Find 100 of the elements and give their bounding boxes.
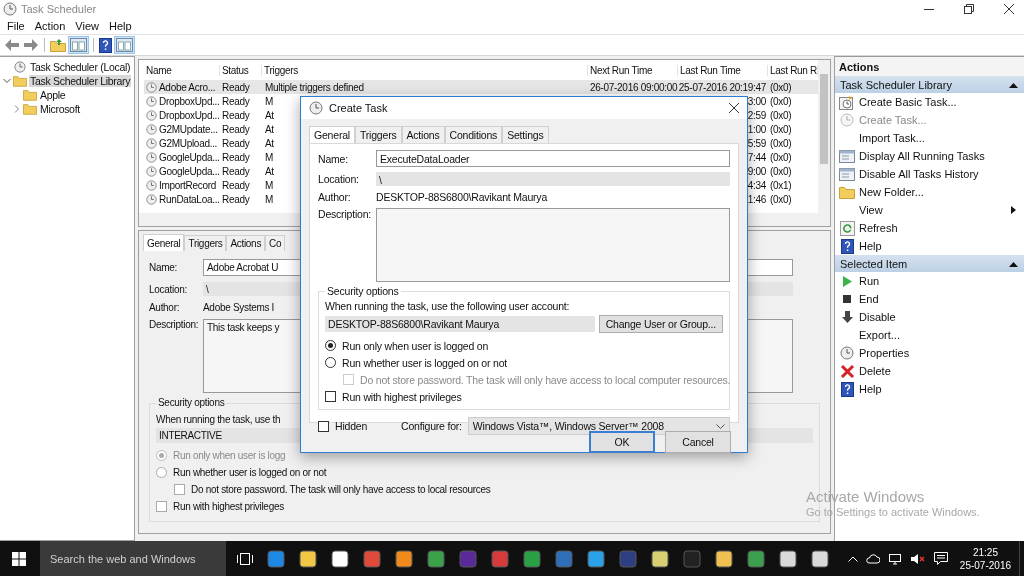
app-icon[interactable] bbox=[522, 549, 541, 568]
field-label: Name: bbox=[318, 152, 349, 165]
tab[interactable]: Actions bbox=[401, 126, 445, 143]
tab[interactable]: Conditions bbox=[444, 126, 503, 143]
app-icon[interactable] bbox=[810, 549, 829, 568]
help-icon bbox=[840, 238, 854, 254]
app-icon[interactable] bbox=[298, 549, 317, 568]
task-command[interactable]: Refresh bbox=[835, 219, 1024, 237]
app-icon[interactable] bbox=[394, 549, 413, 568]
tab[interactable]: Co bbox=[265, 235, 286, 251]
table-cell[interactable]: G2MUpload... bbox=[159, 137, 218, 149]
clock-icon bbox=[146, 109, 157, 121]
column-header[interactable]: Status bbox=[220, 64, 262, 76]
task-command[interactable]: New Folder... bbox=[835, 183, 1024, 201]
close-icon[interactable] bbox=[1004, 4, 1014, 14]
table-cell[interactable]: DropboxUpd... bbox=[159, 95, 220, 107]
table-cell[interactable]: ImportRecord bbox=[159, 179, 216, 191]
task-view-icon[interactable] bbox=[236, 552, 253, 565]
option-label: Do not store password. The task will only have access to local resources bbox=[191, 484, 491, 495]
task-command[interactable]: Properties bbox=[835, 344, 1024, 362]
text-field[interactable]: ExecuteDataLoader bbox=[376, 150, 730, 167]
menu-item[interactable]: Help bbox=[103, 19, 137, 33]
menu-item[interactable]: File bbox=[2, 19, 30, 33]
app-icon[interactable] bbox=[586, 549, 605, 568]
notification-icon[interactable] bbox=[933, 552, 948, 565]
app-icon[interactable] bbox=[778, 549, 797, 568]
app-icon[interactable] bbox=[426, 549, 445, 568]
account-prompt: When running the task, use the following user account: bbox=[325, 300, 570, 312]
table-cell[interactable]: G2MUpdate... bbox=[159, 123, 218, 135]
panel-icon[interactable] bbox=[69, 37, 88, 53]
task-command[interactable]: Disable All Tasks History bbox=[835, 165, 1024, 183]
checkbox[interactable] bbox=[325, 391, 336, 402]
task-command[interactable]: Run bbox=[835, 272, 1024, 290]
folder-up-icon[interactable] bbox=[50, 38, 66, 52]
task-command[interactable]: Delete bbox=[835, 362, 1024, 380]
column-header[interactable]: Last Run Time bbox=[678, 64, 768, 76]
checkbox[interactable] bbox=[156, 501, 167, 512]
tree-item[interactable]: Task Scheduler Library bbox=[29, 74, 132, 87]
tab[interactable]: Actions bbox=[226, 235, 266, 251]
dialog-button[interactable]: Cancel bbox=[665, 431, 731, 453]
app-icon[interactable] bbox=[714, 549, 733, 568]
table-cell[interactable]: Adobe Acro... bbox=[159, 81, 216, 93]
task-command[interactable]: Display All Running Tasks bbox=[835, 147, 1024, 165]
radio-button[interactable] bbox=[156, 467, 167, 478]
table-cell: Ready bbox=[222, 81, 250, 93]
chevron-up-icon[interactable] bbox=[847, 555, 858, 562]
table-cell: (0x0) bbox=[770, 193, 792, 205]
task-command[interactable]: Create Basic Task... bbox=[835, 93, 1024, 111]
table-cell[interactable]: RunDataLoa... bbox=[159, 193, 220, 205]
checkbox[interactable] bbox=[318, 420, 329, 432]
tree-item[interactable]: Microsoft bbox=[39, 102, 81, 115]
task-command[interactable]: End bbox=[835, 290, 1024, 308]
description-field[interactable] bbox=[376, 208, 730, 282]
column-header[interactable]: Triggers bbox=[262, 64, 588, 76]
tab[interactable]: General bbox=[143, 234, 185, 251]
task-command[interactable]: Help bbox=[835, 380, 1024, 398]
panel-icon[interactable] bbox=[115, 37, 134, 53]
section-header[interactable]: Selected Item bbox=[835, 255, 1024, 272]
tree-item[interactable]: Task Scheduler (Local) bbox=[29, 60, 132, 73]
dialog-button[interactable]: OK bbox=[589, 431, 655, 453]
vertical-scrollbar[interactable] bbox=[818, 60, 830, 215]
menu-item[interactable]: Action bbox=[29, 19, 71, 33]
checkbox[interactable] bbox=[174, 484, 185, 495]
collapse-icon[interactable] bbox=[1009, 260, 1018, 267]
back-arrow-icon[interactable] bbox=[4, 38, 20, 52]
section-header[interactable]: Task Scheduler Library bbox=[835, 76, 1024, 93]
task-command[interactable]: Help bbox=[835, 237, 1024, 255]
clock-date[interactable]: 25-07-2016 bbox=[959, 558, 1011, 572]
table-cell[interactable]: DropboxUpd... bbox=[159, 109, 220, 121]
app-icon[interactable] bbox=[650, 549, 669, 568]
muted-volume-icon[interactable] bbox=[909, 552, 926, 565]
forward-arrow-icon[interactable] bbox=[23, 38, 39, 52]
app-icon[interactable] bbox=[330, 549, 349, 568]
close-icon[interactable] bbox=[729, 103, 739, 113]
tab[interactable]: Triggers bbox=[354, 126, 402, 143]
tab[interactable]: General bbox=[309, 126, 355, 143]
network-icon[interactable] bbox=[887, 552, 902, 565]
help-icon[interactable] bbox=[99, 37, 112, 53]
task-command[interactable]: View bbox=[835, 201, 1024, 219]
search-field[interactable]: Search the web and Windows bbox=[40, 541, 226, 576]
column-header[interactable]: Next Run Time bbox=[588, 64, 678, 76]
column-header[interactable]: Name bbox=[144, 64, 220, 76]
table-cell[interactable]: GoogleUpda... bbox=[159, 165, 220, 177]
menu-item[interactable]: View bbox=[70, 19, 104, 33]
task-command[interactable]: Import Task... bbox=[835, 129, 1024, 147]
table-cell[interactable]: GoogleUpda... bbox=[159, 151, 220, 163]
tree-item[interactable]: Apple bbox=[39, 88, 67, 101]
task-command[interactable]: Disable bbox=[835, 308, 1024, 326]
cloud-icon[interactable] bbox=[865, 552, 880, 565]
restore-icon[interactable] bbox=[964, 4, 974, 14]
task-command[interactable]: Export... bbox=[835, 326, 1024, 344]
tab[interactable]: Settings bbox=[502, 126, 549, 143]
windows-logo-icon[interactable] bbox=[12, 551, 26, 566]
radio-button[interactable] bbox=[325, 357, 336, 368]
change-user-button[interactable]: Change User or Group... bbox=[598, 315, 723, 333]
radio-button[interactable] bbox=[325, 340, 336, 351]
collapse-icon[interactable] bbox=[1009, 81, 1018, 88]
clock-time[interactable]: 21:25 bbox=[972, 545, 998, 559]
app-icon[interactable] bbox=[746, 549, 765, 568]
tab[interactable]: Triggers bbox=[184, 235, 227, 251]
